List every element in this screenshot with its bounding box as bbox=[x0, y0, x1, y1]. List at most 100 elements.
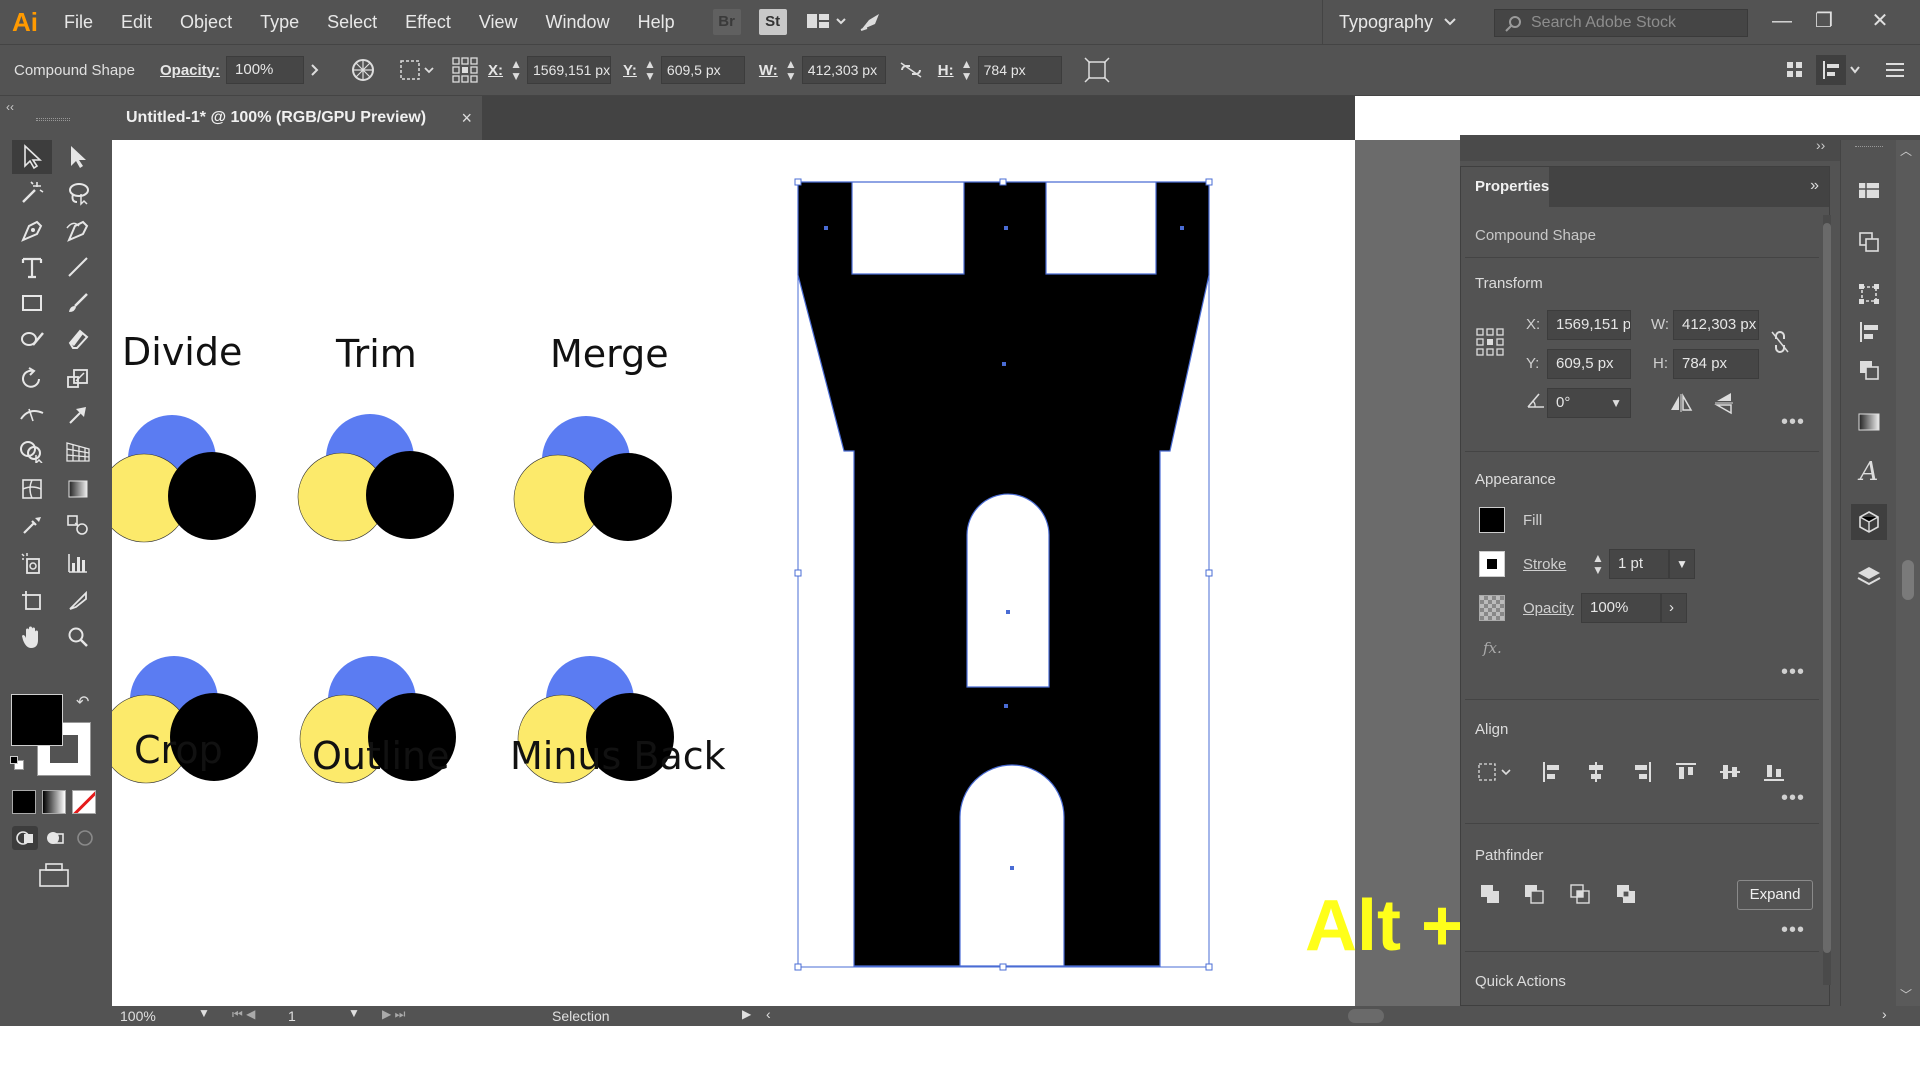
workspace-switcher[interactable]: Typography bbox=[1322, 0, 1482, 44]
menu-type[interactable]: Type bbox=[246, 12, 313, 33]
pathfinder-more-icon[interactable]: ••• bbox=[1781, 919, 1805, 942]
draw-inside-icon[interactable] bbox=[72, 826, 98, 850]
gradient-tool-icon[interactable] bbox=[58, 472, 98, 506]
libraries-icon[interactable] bbox=[1851, 172, 1887, 208]
h-stepper[interactable]: ▲ ▼ bbox=[958, 56, 976, 84]
line-tool-icon[interactable] bbox=[58, 250, 98, 284]
menu-effect[interactable]: Effect bbox=[391, 12, 465, 33]
stroke-label[interactable]: Stroke bbox=[1523, 556, 1566, 573]
transform-more-icon[interactable]: ••• bbox=[1781, 411, 1805, 434]
scroll-down-icon[interactable]: ﹀ bbox=[1900, 986, 1912, 1003]
constrain-link-icon[interactable] bbox=[1765, 327, 1795, 357]
artboard[interactable]: Divide Trim Merge Crop Outline Minus Bac… bbox=[112, 140, 1355, 1006]
canvas-vertical-scrollbar[interactable]: ︿ ﹀ bbox=[1896, 140, 1920, 1006]
zoom-tool-icon[interactable] bbox=[58, 620, 98, 654]
menu-window[interactable]: Window bbox=[532, 12, 624, 33]
collapse-panels-icon[interactable]: ›› bbox=[1816, 137, 1825, 153]
slice-tool-icon[interactable] bbox=[58, 584, 98, 618]
zoom-dropdown-icon[interactable]: ▼ bbox=[198, 1006, 210, 1020]
stroke-weight-dropdown[interactable]: ▼ bbox=[1669, 549, 1695, 579]
close-window-button[interactable]: ✕ bbox=[1860, 6, 1900, 36]
panel-collapse-icon[interactable]: » bbox=[1810, 177, 1819, 195]
constrain-proportions-icon[interactable] bbox=[896, 55, 926, 85]
h-field[interactable]: 784 px bbox=[1673, 349, 1759, 379]
scroll-up-icon[interactable]: ︿ bbox=[1900, 142, 1912, 159]
draw-behind-icon[interactable] bbox=[42, 826, 68, 850]
hand-tool-icon[interactable] bbox=[12, 620, 52, 654]
status-menu-icon[interactable]: ▶ bbox=[742, 1007, 751, 1021]
tab-properties[interactable]: Properties bbox=[1461, 167, 1549, 207]
gpu-performance-icon[interactable] bbox=[857, 10, 885, 34]
align-to-icon[interactable] bbox=[1475, 757, 1517, 787]
align-right-icon[interactable] bbox=[1627, 757, 1657, 787]
artboard-number[interactable]: 1 bbox=[288, 1008, 296, 1024]
panel-menu-icon[interactable] bbox=[1880, 55, 1910, 85]
artboard-dropdown-icon[interactable]: ▼ bbox=[348, 1006, 360, 1020]
trim-example[interactable] bbox=[297, 414, 454, 542]
paintbrush-tool-icon[interactable] bbox=[58, 286, 98, 320]
align-more-icon[interactable]: ••• bbox=[1781, 787, 1805, 810]
align-left-icon[interactable] bbox=[1537, 757, 1567, 787]
magic-wand-icon[interactable] bbox=[12, 176, 52, 210]
selection-tool-icon[interactable] bbox=[12, 140, 52, 174]
align-vertical-center-icon[interactable] bbox=[1715, 757, 1745, 787]
align-panel-icon[interactable] bbox=[1851, 314, 1887, 350]
menu-edit[interactable]: Edit bbox=[107, 12, 166, 33]
chevron-down-icon[interactable] bbox=[1846, 55, 1864, 85]
first-artboard-icon[interactable]: ⏮ ◀ bbox=[232, 1007, 255, 1022]
divide-example[interactable] bbox=[112, 415, 256, 543]
rectangle-tool-icon[interactable] bbox=[12, 286, 52, 320]
width-tool-icon[interactable] bbox=[12, 398, 52, 432]
scroll-right-icon[interactable]: › bbox=[1882, 1006, 1887, 1022]
shaper-tool-icon[interactable] bbox=[12, 322, 52, 356]
panel-scrollbar[interactable] bbox=[1823, 215, 1831, 985]
close-tab-icon[interactable]: × bbox=[461, 96, 472, 140]
type-tool-icon[interactable] bbox=[12, 250, 52, 284]
align-bottom-icon[interactable] bbox=[1759, 757, 1789, 787]
horizontal-scroll-thumb[interactable] bbox=[1348, 1009, 1384, 1023]
chevron-down-icon[interactable]: ▼ bbox=[1610, 389, 1622, 417]
artboards-icon[interactable] bbox=[1851, 224, 1887, 260]
expand-button[interactable]: Expand bbox=[1737, 880, 1813, 910]
transform-panel-icon[interactable] bbox=[1851, 276, 1887, 312]
y-field[interactable]: 609,5 px bbox=[1547, 349, 1631, 379]
appearance-more-icon[interactable]: ••• bbox=[1781, 661, 1805, 684]
3d-materials-icon[interactable] bbox=[1851, 504, 1887, 540]
stroke-swatch[interactable] bbox=[1479, 551, 1505, 577]
last-artboard-icon[interactable]: ▶ ⏭ bbox=[382, 1007, 405, 1022]
stock-button[interactable]: St bbox=[758, 9, 787, 35]
character-panel-icon[interactable]: A bbox=[1851, 454, 1887, 490]
grip[interactable] bbox=[1855, 146, 1883, 148]
opacity-label[interactable]: Opacity: bbox=[160, 62, 220, 79]
y-field[interactable]: 609,5 px bbox=[660, 56, 745, 84]
align-top-icon[interactable] bbox=[1671, 757, 1701, 787]
x-field[interactable]: 1569,151 p bbox=[1547, 310, 1631, 340]
color-mode-icon[interactable] bbox=[12, 790, 36, 814]
default-colors-icon[interactable] bbox=[10, 756, 24, 770]
puppet-warp-icon[interactable] bbox=[58, 398, 98, 432]
menu-file[interactable]: File bbox=[50, 12, 107, 33]
bridge-button[interactable]: Br bbox=[712, 9, 741, 35]
flip-horizontal-icon[interactable] bbox=[1666, 388, 1696, 418]
fx-effects-icon[interactable]: fx. bbox=[1483, 639, 1502, 657]
rotate-field[interactable]: 0° ▼ bbox=[1547, 388, 1631, 418]
mesh-tool-icon[interactable] bbox=[12, 472, 52, 506]
lasso-tool-icon[interactable] bbox=[58, 176, 98, 210]
direct-selection-tool-icon[interactable] bbox=[58, 140, 98, 174]
menu-object[interactable]: Object bbox=[166, 12, 246, 33]
arrange-panels-icon[interactable] bbox=[1780, 55, 1810, 85]
pasteboard[interactable] bbox=[1355, 140, 1460, 1006]
w-field[interactable]: 412,303 px bbox=[801, 56, 886, 84]
reference-point-icon[interactable] bbox=[450, 55, 480, 85]
scrollbar-thumb[interactable] bbox=[1902, 560, 1914, 600]
align-to-selection-icon[interactable] bbox=[398, 55, 438, 85]
document-tab[interactable]: Untitled-1* @ 100% (RGB/GPU Preview) × bbox=[112, 96, 482, 140]
none-mode-icon[interactable] bbox=[72, 790, 96, 814]
panel-scrollbar-thumb[interactable] bbox=[1823, 223, 1831, 953]
align-horizontal-center-icon[interactable] bbox=[1581, 757, 1611, 787]
stroke-weight-stepper[interactable]: ▲ ▼ bbox=[1589, 549, 1607, 579]
swap-fill-stroke-icon[interactable]: ↶ bbox=[76, 692, 89, 712]
merge-example[interactable] bbox=[513, 416, 672, 544]
shape-builder-icon[interactable] bbox=[12, 434, 52, 468]
fill-swatch[interactable] bbox=[1479, 507, 1505, 533]
